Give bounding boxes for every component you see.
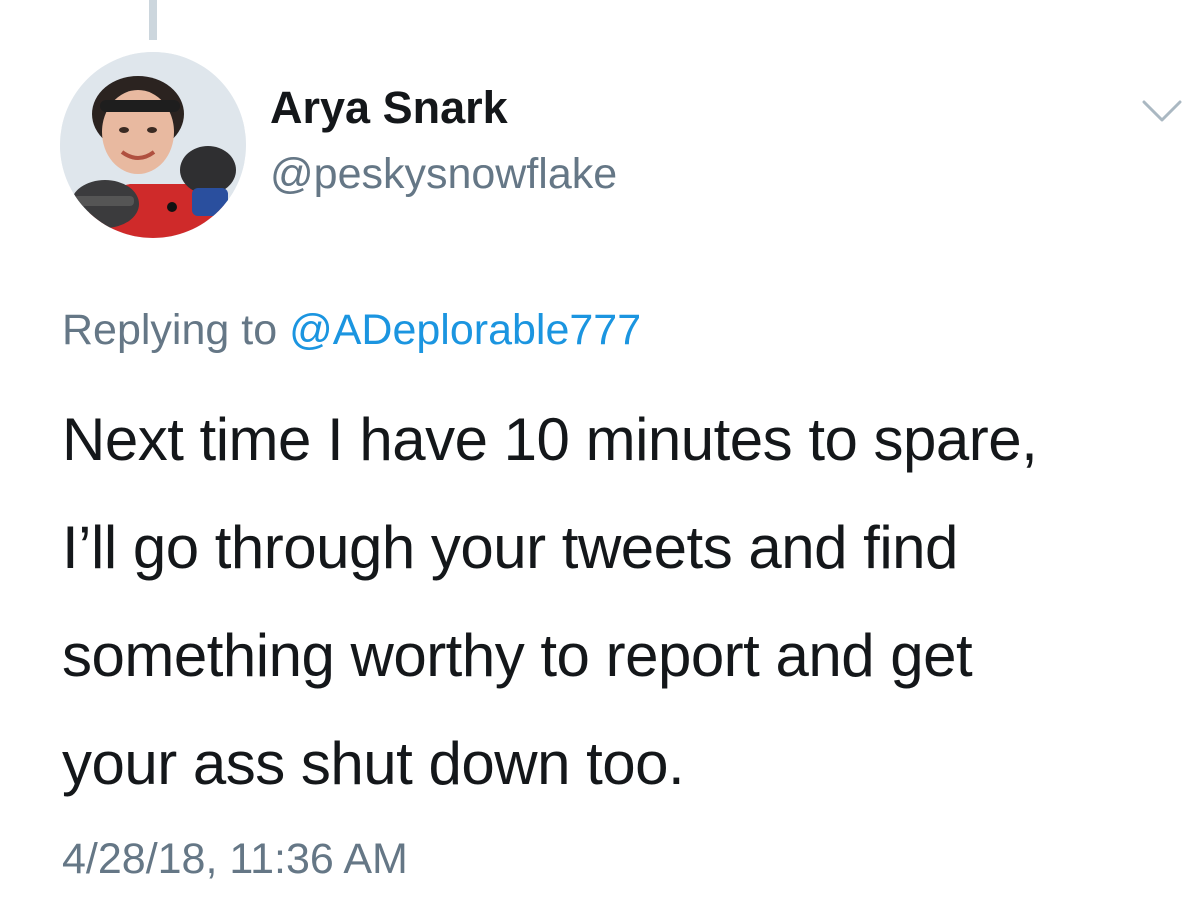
- mention-link[interactable]: @ADeplorable777: [289, 306, 641, 354]
- tweet-text-line: something worthy to report and get: [62, 622, 973, 689]
- tweet-text-line: I’ll go through your tweets and find: [62, 514, 958, 581]
- thread-connector-line: [149, 0, 157, 40]
- tweet-text-line: your ass shut down too.: [62, 730, 685, 797]
- chevron-down-icon[interactable]: [1140, 96, 1184, 126]
- author-handle[interactable]: @peskysnowflake: [270, 150, 617, 199]
- replying-to-label: Replying to: [62, 306, 278, 354]
- avatar[interactable]: [60, 52, 246, 238]
- replying-to-line: Replying to @ADeplorable777: [62, 306, 641, 355]
- tweet-timestamp[interactable]: 4/28/18, 11:36 AM: [62, 835, 408, 884]
- tweet-text-line: Next time I have 10 minutes to spare,: [62, 406, 1038, 473]
- tweet-text: Next time I have 10 minutes to spare, I’…: [62, 386, 1182, 818]
- avatar-image: [60, 52, 246, 238]
- author-display-name[interactable]: Arya Snark: [270, 82, 508, 134]
- tweet-card: Arya Snark @peskysnowflake Replying to @…: [0, 0, 1194, 916]
